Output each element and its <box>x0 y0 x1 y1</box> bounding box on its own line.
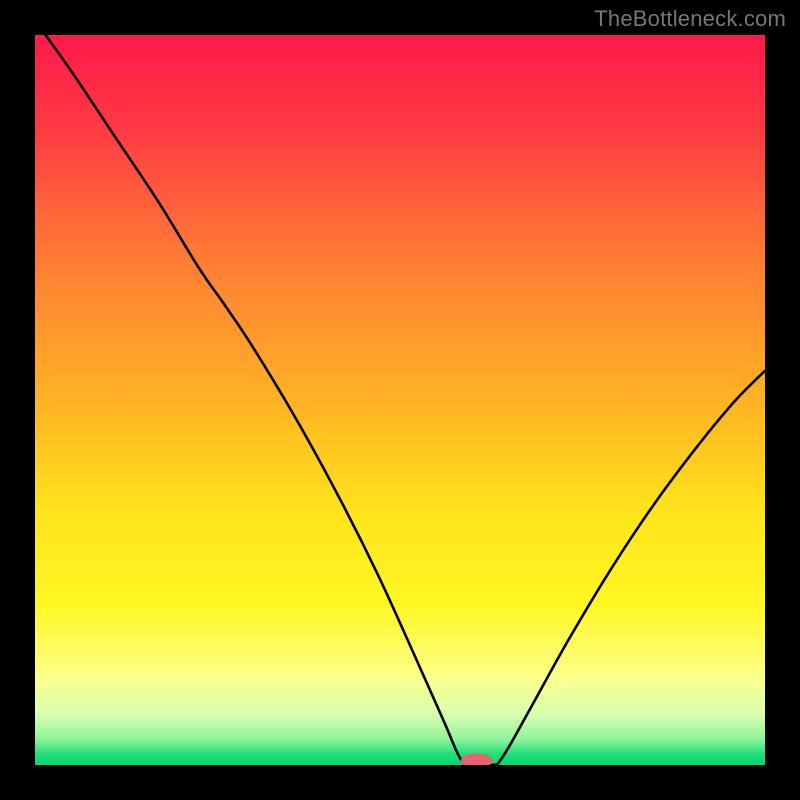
gradient-background <box>35 35 765 765</box>
chart-frame: TheBottleneck.com <box>0 0 800 800</box>
watermark-text: TheBottleneck.com <box>594 6 786 32</box>
plot-svg <box>35 35 765 765</box>
plot-area <box>35 35 765 765</box>
